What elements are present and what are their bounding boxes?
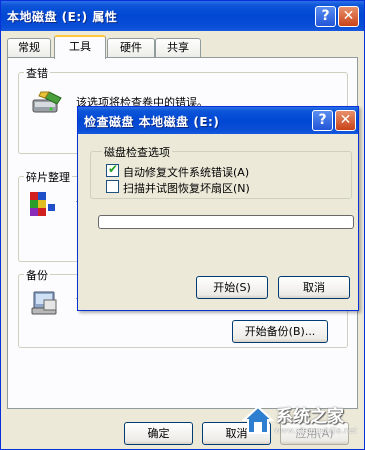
tab-tools[interactable]: 工具: [54, 35, 106, 59]
dialog-title-bar[interactable]: 检查磁盘 本地磁盘 (E:) ? ✕: [78, 107, 358, 134]
scan-sectors-label[interactable]: 扫描并试图恢复坏扇区(N): [123, 180, 250, 196]
title-bar[interactable]: 本地磁盘 (E:) 属性 ? ✕: [1, 1, 364, 31]
watermark-url: www.xitongzhijia.net: [274, 426, 358, 435]
window-title: 本地磁盘 (E:) 属性: [7, 10, 118, 24]
start-backup-button[interactable]: 开始备份(B)...: [232, 320, 328, 343]
start-button[interactable]: 开始(S): [196, 276, 268, 299]
dialog-title: 检查磁盘 本地磁盘 (E:): [84, 115, 220, 129]
house-logo-icon: [242, 405, 274, 434]
dialog-cancel-button[interactable]: 取消: [278, 276, 350, 299]
tab-general[interactable]: 常规: [7, 38, 51, 58]
close-button[interactable]: ✕: [338, 6, 359, 27]
fix-errors-label[interactable]: 自动修复文件系统错误(A): [123, 164, 249, 180]
backup-icon: [31, 291, 57, 315]
defrag-title: 碎片整理: [24, 169, 72, 185]
scan-sectors-checkbox[interactable]: [106, 180, 119, 193]
dialog-help-button[interactable]: ?: [312, 110, 333, 131]
tab-sharing[interactable]: 共享: [155, 38, 201, 58]
tab-hardware[interactable]: 硬件: [107, 38, 155, 58]
watermark-text: 系统之家: [276, 407, 344, 427]
ok-button[interactable]: 确定: [124, 422, 193, 445]
dialog-close-button[interactable]: ✕: [335, 110, 356, 131]
site-watermark: 系统之家 www.xitongzhijia.net: [238, 398, 363, 446]
defrag-icon: [30, 192, 55, 216]
fix-errors-checkbox[interactable]: ✔: [106, 162, 119, 177]
check-mark-icon: ✔: [108, 162, 119, 176]
help-button[interactable]: ?: [315, 6, 336, 27]
check-progress-bar: [98, 215, 354, 229]
check-disk-dialog: 检查磁盘 本地磁盘 (E:) ? ✕ 磁盘检查选项 ✔ 自动修复文件系统错误(A…: [77, 106, 359, 311]
check-options-title: 磁盘检查选项: [102, 144, 172, 160]
disk-check-icon: [32, 91, 62, 113]
error-check-title: 查错: [24, 65, 50, 81]
backup-title: 备份: [24, 267, 50, 283]
